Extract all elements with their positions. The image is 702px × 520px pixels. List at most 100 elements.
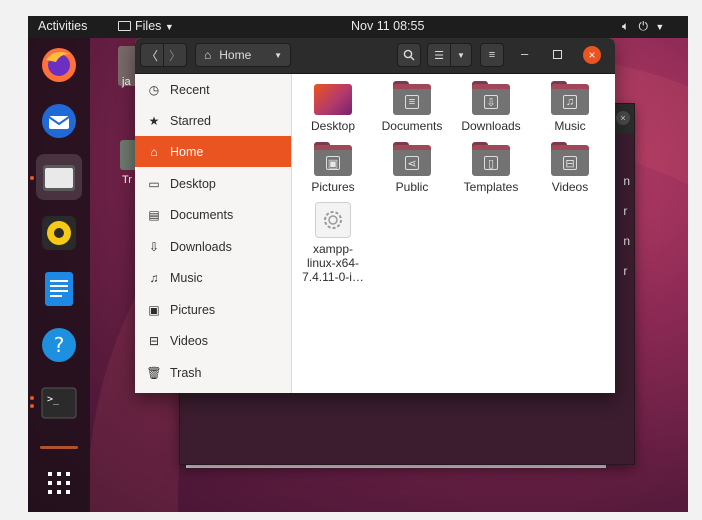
file-item-xampp-installer[interactable]: xampp- linux-x64- 7.4.11-0-i… bbox=[293, 202, 373, 284]
speaker-icon bbox=[42, 216, 76, 250]
sidebar-item-desktop[interactable]: ▭ Desktop bbox=[135, 168, 291, 199]
sidebar-item-label: Documents bbox=[170, 207, 234, 222]
sidebar-item-downloads[interactable]: ⇩ Downloads bbox=[135, 231, 291, 262]
sidebar-item-recent[interactable]: ◷ Recent bbox=[135, 74, 291, 105]
dock-rhythmbox[interactable] bbox=[36, 210, 82, 256]
document-icon: ▤ bbox=[148, 207, 160, 222]
search-button[interactable] bbox=[397, 43, 421, 67]
item-label: Public bbox=[395, 180, 429, 194]
dock: ? >_ bbox=[28, 38, 90, 512]
forward-button[interactable]: 〉 bbox=[163, 43, 187, 67]
terminal-icon: >_ bbox=[41, 387, 77, 419]
folder-item-pictures[interactable]: ▣ Pictures bbox=[293, 142, 373, 194]
list-view-icon: ☰ bbox=[434, 49, 444, 62]
minimize-button[interactable]: – bbox=[521, 46, 528, 61]
background-window-titlebar: × bbox=[614, 104, 634, 134]
back-button[interactable]: 〈 bbox=[140, 43, 164, 67]
dock-help[interactable]: ? bbox=[36, 322, 82, 368]
sidebar-item-label: Recent bbox=[170, 82, 210, 97]
svg-text:>_: >_ bbox=[47, 394, 60, 405]
activities-button[interactable]: Activities bbox=[38, 19, 87, 33]
folder-item-music[interactable]: ♫ Music bbox=[530, 81, 610, 133]
show-applications-button[interactable] bbox=[36, 460, 82, 506]
maximize-button[interactable] bbox=[553, 50, 562, 59]
sidebar-item-label: Starred bbox=[170, 113, 211, 128]
home-icon: ⌂ bbox=[150, 144, 158, 159]
dock-terminal[interactable]: >_ bbox=[36, 380, 82, 426]
close-button[interactable]: × bbox=[583, 46, 601, 64]
text-fragment: r bbox=[623, 264, 628, 278]
sidebar-item-label: Music bbox=[170, 270, 203, 285]
dock-firefox[interactable] bbox=[36, 42, 82, 88]
item-label: Music bbox=[554, 119, 586, 133]
clock-icon: ◷ bbox=[148, 82, 160, 97]
files-icon bbox=[43, 165, 75, 191]
dock-thunderbird[interactable] bbox=[36, 98, 82, 144]
folder-item-videos[interactable]: ⊟ Videos bbox=[530, 142, 610, 194]
download-icon: ⇩ bbox=[148, 239, 160, 254]
desktop-screen: Activities Files ▼ Nov 11 08:55 🔈︎ ⏻ ▼ ?… bbox=[28, 16, 688, 512]
sidebar-item-label: Videos bbox=[170, 333, 208, 348]
gear-icon bbox=[324, 211, 342, 229]
background-window-text: n r n r bbox=[623, 166, 630, 286]
sidebar-item-trash[interactable]: 🗑︎ Trash bbox=[135, 357, 291, 388]
thunderbird-icon bbox=[42, 104, 76, 138]
public-folder-icon: ⋖ bbox=[393, 142, 431, 176]
folder-item-public[interactable]: ⋖ Public bbox=[372, 142, 452, 194]
sidebar-item-videos[interactable]: ⊟ Videos bbox=[135, 325, 291, 356]
folder-item-downloads[interactable]: ⇩ Downloads bbox=[451, 81, 531, 133]
sidebar-item-music[interactable]: ♫ Music bbox=[135, 262, 291, 293]
view-list-button[interactable]: ☰ bbox=[427, 43, 451, 67]
text-fragment: n bbox=[623, 174, 630, 188]
chevron-down-icon: ▼ bbox=[164, 22, 174, 32]
close-icon[interactable]: × bbox=[616, 111, 630, 125]
desktop-icon-label: Tr bbox=[122, 174, 132, 186]
documents-folder-icon: ≡ bbox=[393, 81, 431, 115]
top-bar: Activities Files ▼ Nov 11 08:55 🔈︎ ⏻ ▼ bbox=[28, 16, 688, 38]
dock-scroll-hint bbox=[40, 446, 78, 449]
chevron-right-icon: 〉 bbox=[168, 48, 181, 63]
folder-item-documents[interactable]: ≡ Documents bbox=[372, 81, 452, 133]
sidebar-item-label: Home bbox=[170, 144, 204, 159]
menu-button[interactable]: ≡ bbox=[480, 43, 504, 67]
clock[interactable]: Nov 11 08:55 bbox=[351, 19, 424, 33]
desktop-folder-icon bbox=[314, 81, 352, 115]
chevron-down-icon: ▼ bbox=[457, 50, 465, 60]
downloads-folder-icon: ⇩ bbox=[472, 81, 510, 115]
view-options-button[interactable]: ▼ bbox=[450, 43, 472, 67]
app-menu[interactable]: Files ▼ bbox=[118, 19, 174, 33]
music-folder-icon: ♫ bbox=[551, 81, 589, 115]
templates-folder-icon: ▯ bbox=[472, 142, 510, 176]
star-icon: ★ bbox=[148, 113, 160, 128]
item-label-line: xampp- bbox=[312, 242, 353, 256]
item-label: Downloads bbox=[461, 119, 521, 133]
location-bar[interactable]: ⌂ Home ▼ bbox=[195, 43, 291, 67]
chevron-down-icon: ▼ bbox=[274, 50, 282, 60]
app-menu-label: Files bbox=[135, 19, 162, 33]
item-label: Documents bbox=[381, 119, 443, 133]
pictures-folder-icon: ▣ bbox=[314, 142, 352, 176]
sidebar-item-starred[interactable]: ★ Starred bbox=[135, 105, 291, 136]
dock-files[interactable] bbox=[36, 154, 82, 200]
folder-item-templates[interactable]: ▯ Templates bbox=[451, 142, 531, 194]
item-label-line: linux-x64- bbox=[306, 256, 360, 270]
sidebar-item-pictures[interactable]: ▣ Pictures bbox=[135, 294, 291, 325]
sidebar-item-home[interactable]: ⌂ Home bbox=[135, 136, 291, 167]
item-label: Pictures bbox=[311, 180, 355, 194]
document-writer-icon bbox=[45, 272, 73, 306]
text-fragment: r bbox=[623, 204, 628, 218]
folder-item-desktop[interactable]: Desktop bbox=[293, 81, 373, 133]
folder-icon bbox=[118, 21, 131, 31]
installer-file-icon bbox=[315, 202, 351, 238]
item-label: Templates bbox=[463, 180, 519, 194]
files-window: 〈 〉 ⌂ Home ▼ ☰ ▼ ≡ – × ◷ Recent ★ Starred bbox=[135, 38, 615, 393]
running-indicator bbox=[30, 176, 34, 180]
sidebar-item-documents[interactable]: ▤ Documents bbox=[135, 199, 291, 230]
header-bar: 〈 〉 ⌂ Home ▼ ☰ ▼ ≡ – × bbox=[135, 38, 615, 74]
help-icon: ? bbox=[42, 328, 76, 362]
chevron-left-icon: 〈 bbox=[145, 48, 158, 63]
svg-text:?: ? bbox=[54, 333, 65, 357]
dock-writer[interactable] bbox=[36, 266, 82, 312]
system-menu[interactable]: 🔈︎ ⏻ ▼ bbox=[622, 19, 664, 34]
item-label: Desktop bbox=[310, 119, 356, 133]
